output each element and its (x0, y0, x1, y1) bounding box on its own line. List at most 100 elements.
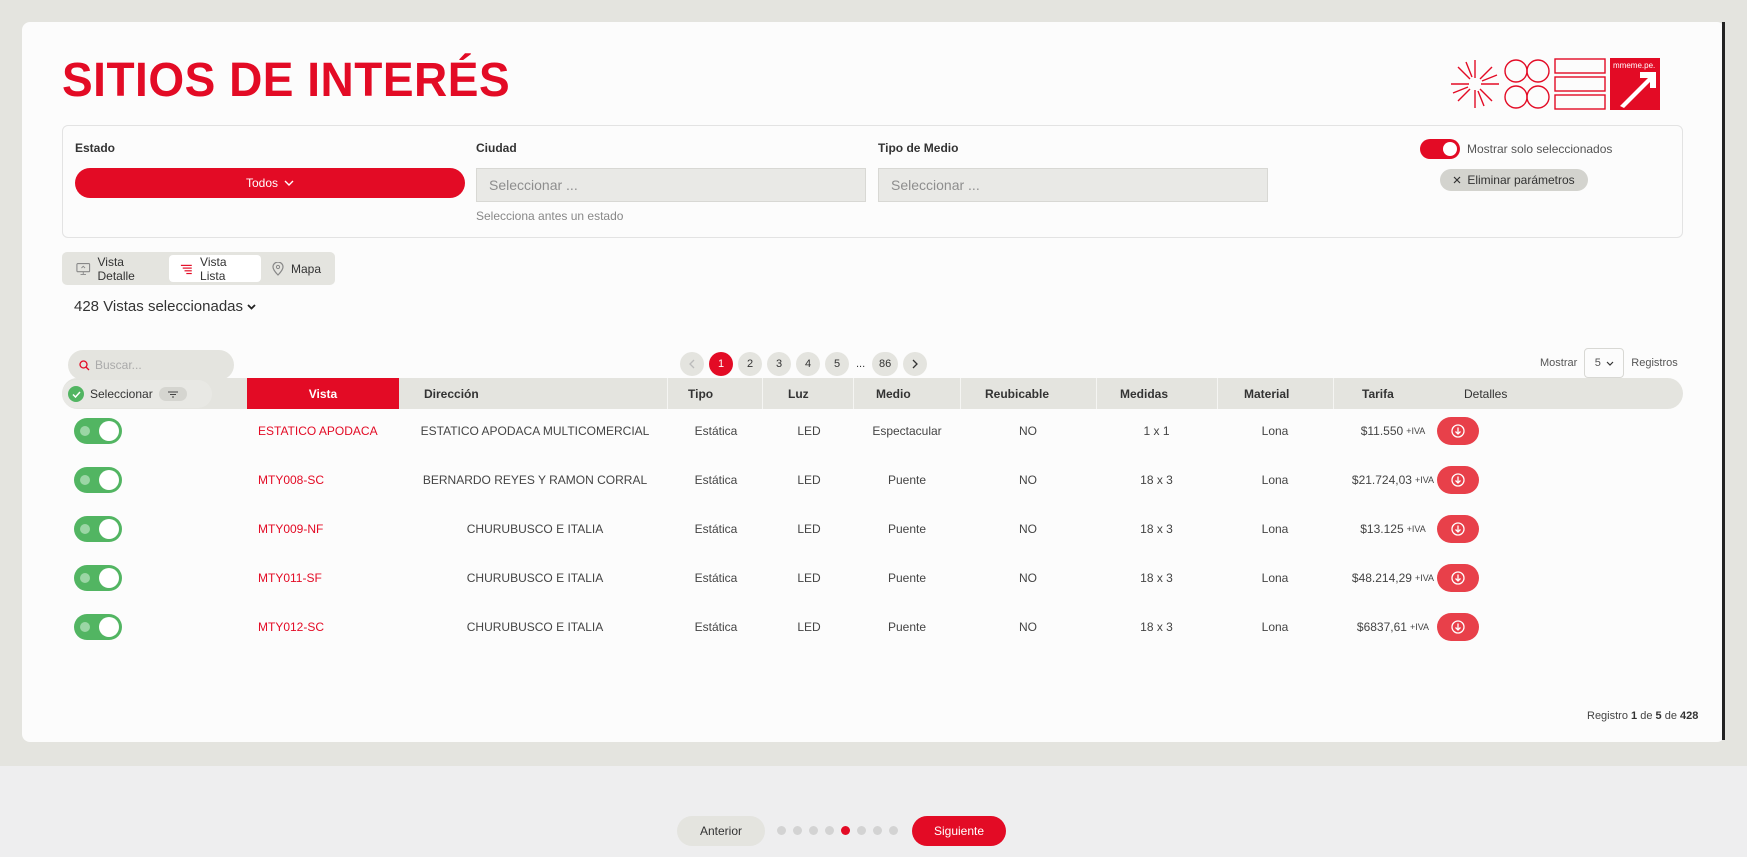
cell-vista[interactable]: MTY009-NF (258, 507, 418, 551)
cell-tarifa-text: $11.550 (1360, 424, 1404, 438)
ciudad-select[interactable]: Seleccionar ... (476, 168, 866, 202)
cell-tarifa: $13.125 +IVA (1333, 507, 1453, 551)
cell-material: Lona (1217, 409, 1333, 453)
cell-luz: LED (764, 507, 854, 551)
smile-icon (80, 573, 90, 583)
filter-icon[interactable] (158, 387, 187, 401)
cell-tarifa: $11.550 +IVA (1333, 409, 1453, 453)
cell-medidas: 1 x 1 (1096, 409, 1217, 453)
col-tarifa[interactable]: Tarifa (1362, 378, 1394, 409)
col-medio[interactable]: Medio (876, 378, 911, 409)
select-all-control[interactable]: Seleccionar (62, 380, 212, 408)
prev-page-button[interactable] (680, 352, 704, 376)
cell-reubicable: NO (960, 605, 1096, 649)
iva-label: +IVA (1414, 573, 1435, 583)
page-size-value: 5 (1594, 357, 1601, 369)
row-select-toggle[interactable] (74, 614, 122, 640)
next-page-button[interactable] (903, 352, 928, 376)
cell-material-text: Lona (1261, 571, 1289, 585)
page-size-prefix: Mostrar (1540, 357, 1578, 369)
row-select-toggle[interactable] (74, 565, 122, 591)
cell-medio: Espectacular (854, 409, 960, 453)
tipo-medio-select[interactable]: Seleccionar ... (878, 168, 1268, 202)
estado-label: Estado (75, 141, 116, 155)
page-button[interactable]: 4 (796, 352, 820, 376)
cell-vista[interactable]: MTY011-SF (258, 556, 418, 600)
cell-direccion: CHURUBUSCO E ITALIA (400, 556, 670, 600)
chevron-down-icon (1606, 361, 1614, 366)
show-selected-label: Mostrar solo seleccionados (1467, 142, 1613, 156)
col-tipo[interactable]: Tipo (688, 378, 713, 409)
cell-tarifa: $21.724,03 +IVA (1333, 458, 1453, 502)
page-button[interactable]: 2 (738, 352, 762, 376)
iva-label: +IVA (1409, 622, 1430, 632)
tab-vista-detalle[interactable]: Vista Detalle (65, 255, 169, 283)
page-button[interactable]: 3 (767, 352, 791, 376)
cell-vista[interactable]: MTY012-SC (258, 605, 418, 649)
cell-tarifa-text: $6837,61 (1356, 620, 1407, 634)
clear-params-label: Eliminar parámetros (1467, 173, 1575, 187)
cell-medidas: 18 x 3 (1096, 458, 1217, 502)
col-vista[interactable]: Vista (247, 378, 399, 409)
step-dot[interactable] (889, 826, 898, 835)
cell-medidas: 18 x 3 (1096, 507, 1217, 551)
tab-mapa-label: Mapa (290, 261, 321, 276)
col-direccion[interactable]: Dirección (424, 378, 479, 409)
cell-reubicable-text: NO (1019, 620, 1037, 634)
selected-views-dropdown[interactable]: 428 Vistas seleccionadas (74, 298, 256, 315)
records-prefix: Registro (1587, 710, 1628, 722)
download-details-button[interactable] (1437, 564, 1479, 592)
page-button[interactable]: 5 (825, 352, 849, 376)
estado-value: Todos (245, 176, 279, 190)
col-luz[interactable]: Luz (788, 378, 809, 409)
select-all-label: Seleccionar (90, 387, 153, 401)
clear-params-button[interactable]: Eliminar parámetros (1440, 169, 1588, 191)
step-dot[interactable] (857, 826, 866, 835)
show-selected-toggle[interactable] (1420, 139, 1460, 159)
step-dot[interactable] (793, 826, 802, 835)
row-select-toggle[interactable] (74, 418, 122, 444)
records-to: 5 (1655, 710, 1662, 722)
cell-medio-text: Puente (887, 571, 927, 585)
next-button[interactable]: Siguiente (912, 816, 1006, 846)
page-size-select[interactable]: 5 (1584, 348, 1625, 378)
step-dot[interactable] (825, 826, 834, 835)
search-input[interactable]: Buscar... (68, 350, 234, 380)
cell-vista[interactable]: MTY008-SC (258, 458, 418, 502)
download-details-button[interactable] (1437, 515, 1479, 543)
col-medidas[interactable]: Medidas (1120, 378, 1168, 409)
download-details-button[interactable] (1437, 613, 1479, 641)
cell-tipo-text: Estática (694, 522, 738, 536)
download-details-button[interactable] (1437, 466, 1479, 494)
cell-luz: LED (764, 409, 854, 453)
estado-dropdown[interactable]: Todos (75, 168, 465, 198)
row-select-toggle[interactable] (74, 516, 122, 542)
cell-luz: LED (764, 458, 854, 502)
step-dot[interactable] (809, 826, 818, 835)
cell-medio-text: Espectacular (872, 424, 942, 438)
cell-material-text: Lona (1261, 620, 1289, 634)
records-total: 428 (1680, 710, 1699, 722)
page-button[interactable]: 1 (709, 352, 733, 376)
row-select-toggle[interactable] (74, 467, 122, 493)
cell-tipo-text: Estática (694, 473, 738, 487)
tab-vista-lista[interactable]: Vista Lista (169, 255, 261, 283)
cell-direccion-text: CHURUBUSCO E ITALIA (466, 522, 604, 536)
download-details-button[interactable] (1437, 417, 1479, 445)
step-dot[interactable] (777, 826, 786, 835)
col-material[interactable]: Material (1244, 378, 1289, 409)
cell-vista[interactable]: ESTATICO APODACA (258, 409, 418, 453)
chevron-left-icon (689, 359, 695, 369)
cell-tipo: Estática (668, 458, 764, 502)
cell-material: Lona (1217, 556, 1333, 600)
step-dot[interactable] (873, 826, 882, 835)
tab-mapa[interactable]: Mapa (261, 255, 332, 282)
brand-logo: mmeme.pe. (1451, 58, 1660, 110)
page-button[interactable]: 86 (872, 352, 899, 376)
step-dot[interactable] (841, 826, 850, 835)
cell-vista-text: MTY011-SF (258, 571, 322, 585)
cell-direccion-text: ESTATICO APODACA MULTICOMERCIAL (420, 424, 650, 438)
previous-button[interactable]: Anterior (677, 816, 765, 846)
col-reubicable[interactable]: Reubicable (985, 378, 1049, 409)
cell-reubicable-text: NO (1019, 473, 1037, 487)
